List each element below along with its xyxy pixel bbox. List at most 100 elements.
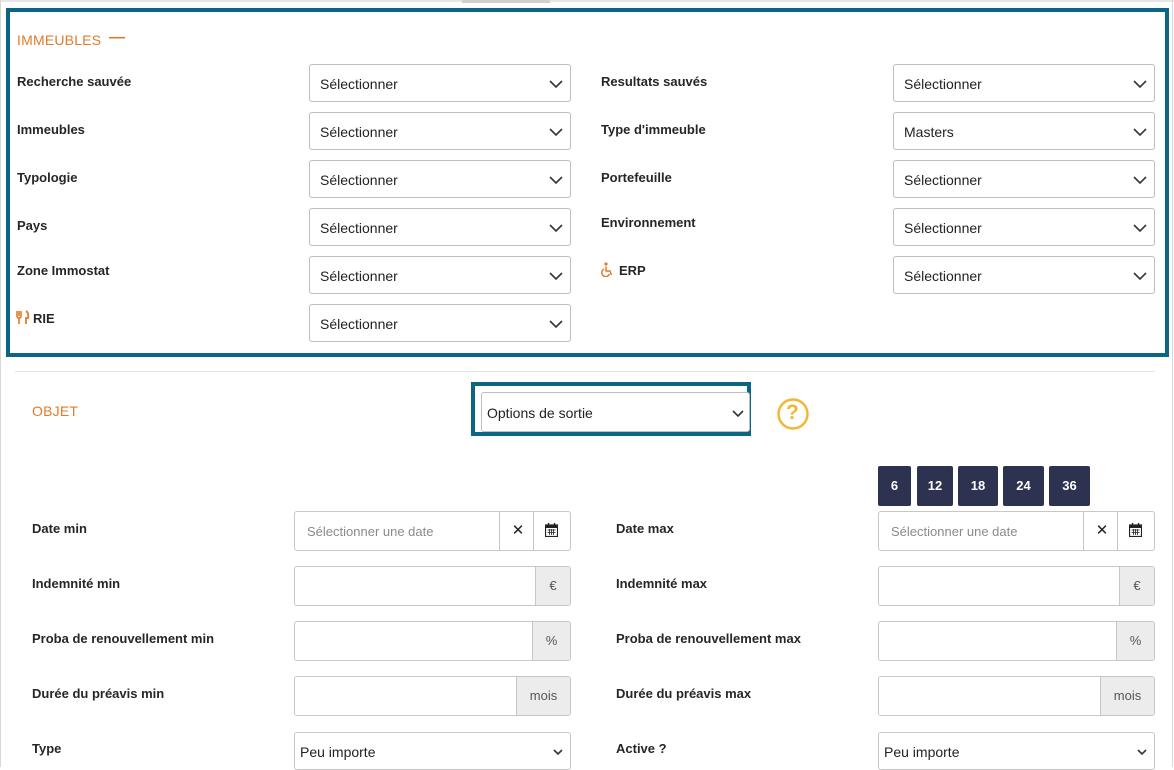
environnement-select[interactable]: Sélectionner (893, 208, 1155, 246)
chevron-down-icon (732, 410, 744, 418)
help-icon[interactable]: ? (776, 397, 810, 431)
select-value: Sélectionner (904, 268, 982, 284)
typologie-label: Typologie (17, 170, 78, 185)
calendar-button[interactable] (1117, 512, 1154, 550)
wheelchair-icon (601, 262, 613, 277)
typologie-select[interactable]: Sélectionner (309, 160, 571, 198)
date-placeholder: Sélectionner une date (891, 524, 1018, 539)
options-sortie-select[interactable]: Options de sortie (481, 392, 750, 432)
type-immeuble-select[interactable]: Masters (893, 112, 1155, 150)
month-button-12[interactable]: 12 (917, 466, 953, 506)
date-placeholder: Sélectionner une date (307, 524, 434, 539)
resultats-sauves-select[interactable]: Sélectionner (893, 64, 1155, 102)
zone-immostat-label: Zone Immostat (17, 263, 110, 278)
select-value: Sélectionner (320, 124, 398, 140)
mois-addon: mois (516, 677, 570, 715)
euro-addon: € (1119, 567, 1154, 605)
date-max-input[interactable]: Sélectionner une date ✕ (878, 511, 1155, 551)
month-button-6[interactable]: 6 (878, 466, 911, 506)
proba-max-label: Proba de renouvellement max (616, 631, 801, 646)
immeubles-label: Immeubles (17, 122, 85, 137)
page-border-right (1172, 0, 1173, 767)
indemnite-max-label: Indemnité max (616, 576, 708, 591)
immeubles-section-title: IMMEUBLES (17, 32, 102, 48)
chevron-down-icon (1133, 176, 1147, 185)
proba-min-input[interactable]: % (294, 621, 571, 661)
active-select[interactable]: Peu importe (878, 732, 1155, 770)
proba-max-input[interactable]: % (878, 621, 1155, 661)
indemnite-min-input[interactable]: € (294, 566, 571, 606)
rie-select[interactable]: Sélectionner (309, 304, 571, 342)
select-value: Peu importe (884, 744, 960, 760)
select-value: Sélectionner (904, 220, 982, 236)
proba-min-label: Proba de renouvellement min (32, 631, 215, 646)
chevron-down-icon (553, 749, 563, 756)
recherche-sauvee-select[interactable]: Sélectionner (309, 64, 571, 102)
select-value: Options de sortie (487, 405, 593, 421)
zone-immostat-select[interactable]: Sélectionner (309, 256, 571, 294)
indemnite-min-label: Indemnité min (32, 576, 121, 591)
preavis-min-label: Durée du préavis min (32, 686, 165, 701)
date-max-label: Date max (616, 521, 674, 536)
indemnite-max-input[interactable]: € (878, 566, 1155, 606)
portefeuille-select[interactable]: Sélectionner (893, 160, 1155, 198)
month-button-24[interactable]: 24 (1003, 466, 1044, 506)
resultats-sauves-label: Resultats sauvés (601, 74, 708, 89)
select-value: Masters (904, 124, 954, 140)
select-value: Peu importe (300, 744, 376, 760)
mois-addon: mois (1100, 677, 1154, 715)
chevron-down-icon (1133, 128, 1147, 137)
date-min-label: Date min (32, 521, 87, 536)
section-divider (15, 371, 1155, 372)
select-value: Sélectionner (904, 76, 982, 92)
fork-knife-icon (16, 310, 30, 324)
portefeuille-label: Portefeuille (601, 170, 672, 185)
chevron-down-icon (549, 272, 563, 281)
recherche-sauvee-label: Recherche sauvée (17, 74, 132, 89)
help-glyph: ? (786, 401, 799, 424)
chevron-down-icon (549, 320, 563, 329)
chevron-down-icon (549, 224, 563, 233)
erp-select[interactable]: Sélectionner (893, 256, 1155, 294)
rie-label: RIE (33, 311, 55, 326)
chevron-down-icon (1133, 80, 1147, 89)
collapse-toggle-icon[interactable]: — (109, 29, 125, 47)
date-min-input[interactable]: Sélectionner une date ✕ (294, 511, 571, 551)
top-tab-bar-line (0, 0, 1174, 2)
clear-date-icon[interactable]: ✕ (1083, 512, 1120, 550)
select-value: Sélectionner (320, 316, 398, 332)
month-button-36[interactable]: 36 (1049, 466, 1090, 506)
chevron-down-icon (1133, 224, 1147, 233)
select-value: Sélectionner (904, 172, 982, 188)
preavis-max-label: Durée du préavis max (616, 686, 752, 701)
clear-date-icon[interactable]: ✕ (499, 512, 536, 550)
type-label: Type (32, 741, 62, 756)
select-value: Sélectionner (320, 268, 398, 284)
erp-label: ERP (619, 263, 646, 278)
chevron-down-icon (549, 176, 563, 185)
pays-label: Pays (17, 218, 48, 233)
active-label: Active ? (616, 741, 667, 756)
chevron-down-icon (549, 128, 563, 137)
objet-section-title: OBJET (32, 403, 79, 419)
calendar-icon (1129, 523, 1142, 537)
preavis-max-input[interactable]: mois (878, 676, 1155, 716)
chevron-down-icon (1133, 272, 1147, 281)
month-button-18[interactable]: 18 (958, 466, 998, 506)
pays-select[interactable]: Sélectionner (309, 208, 571, 246)
chevron-down-icon (549, 80, 563, 89)
immeubles-select[interactable]: Sélectionner (309, 112, 571, 150)
euro-addon: € (535, 567, 570, 605)
calendar-icon (545, 523, 558, 537)
chevron-down-icon (1137, 749, 1147, 756)
percent-addon: % (1116, 622, 1154, 660)
page-border-left (0, 0, 1, 767)
type-immeuble-label: Type d'immeuble (601, 122, 706, 137)
environnement-label: Environnement (601, 215, 696, 230)
preavis-min-input[interactable]: mois (294, 676, 571, 716)
type-select[interactable]: Peu importe (294, 732, 571, 770)
calendar-button[interactable] (533, 512, 570, 550)
percent-addon: % (532, 622, 570, 660)
select-value: Sélectionner (320, 76, 398, 92)
select-value: Sélectionner (320, 220, 398, 236)
